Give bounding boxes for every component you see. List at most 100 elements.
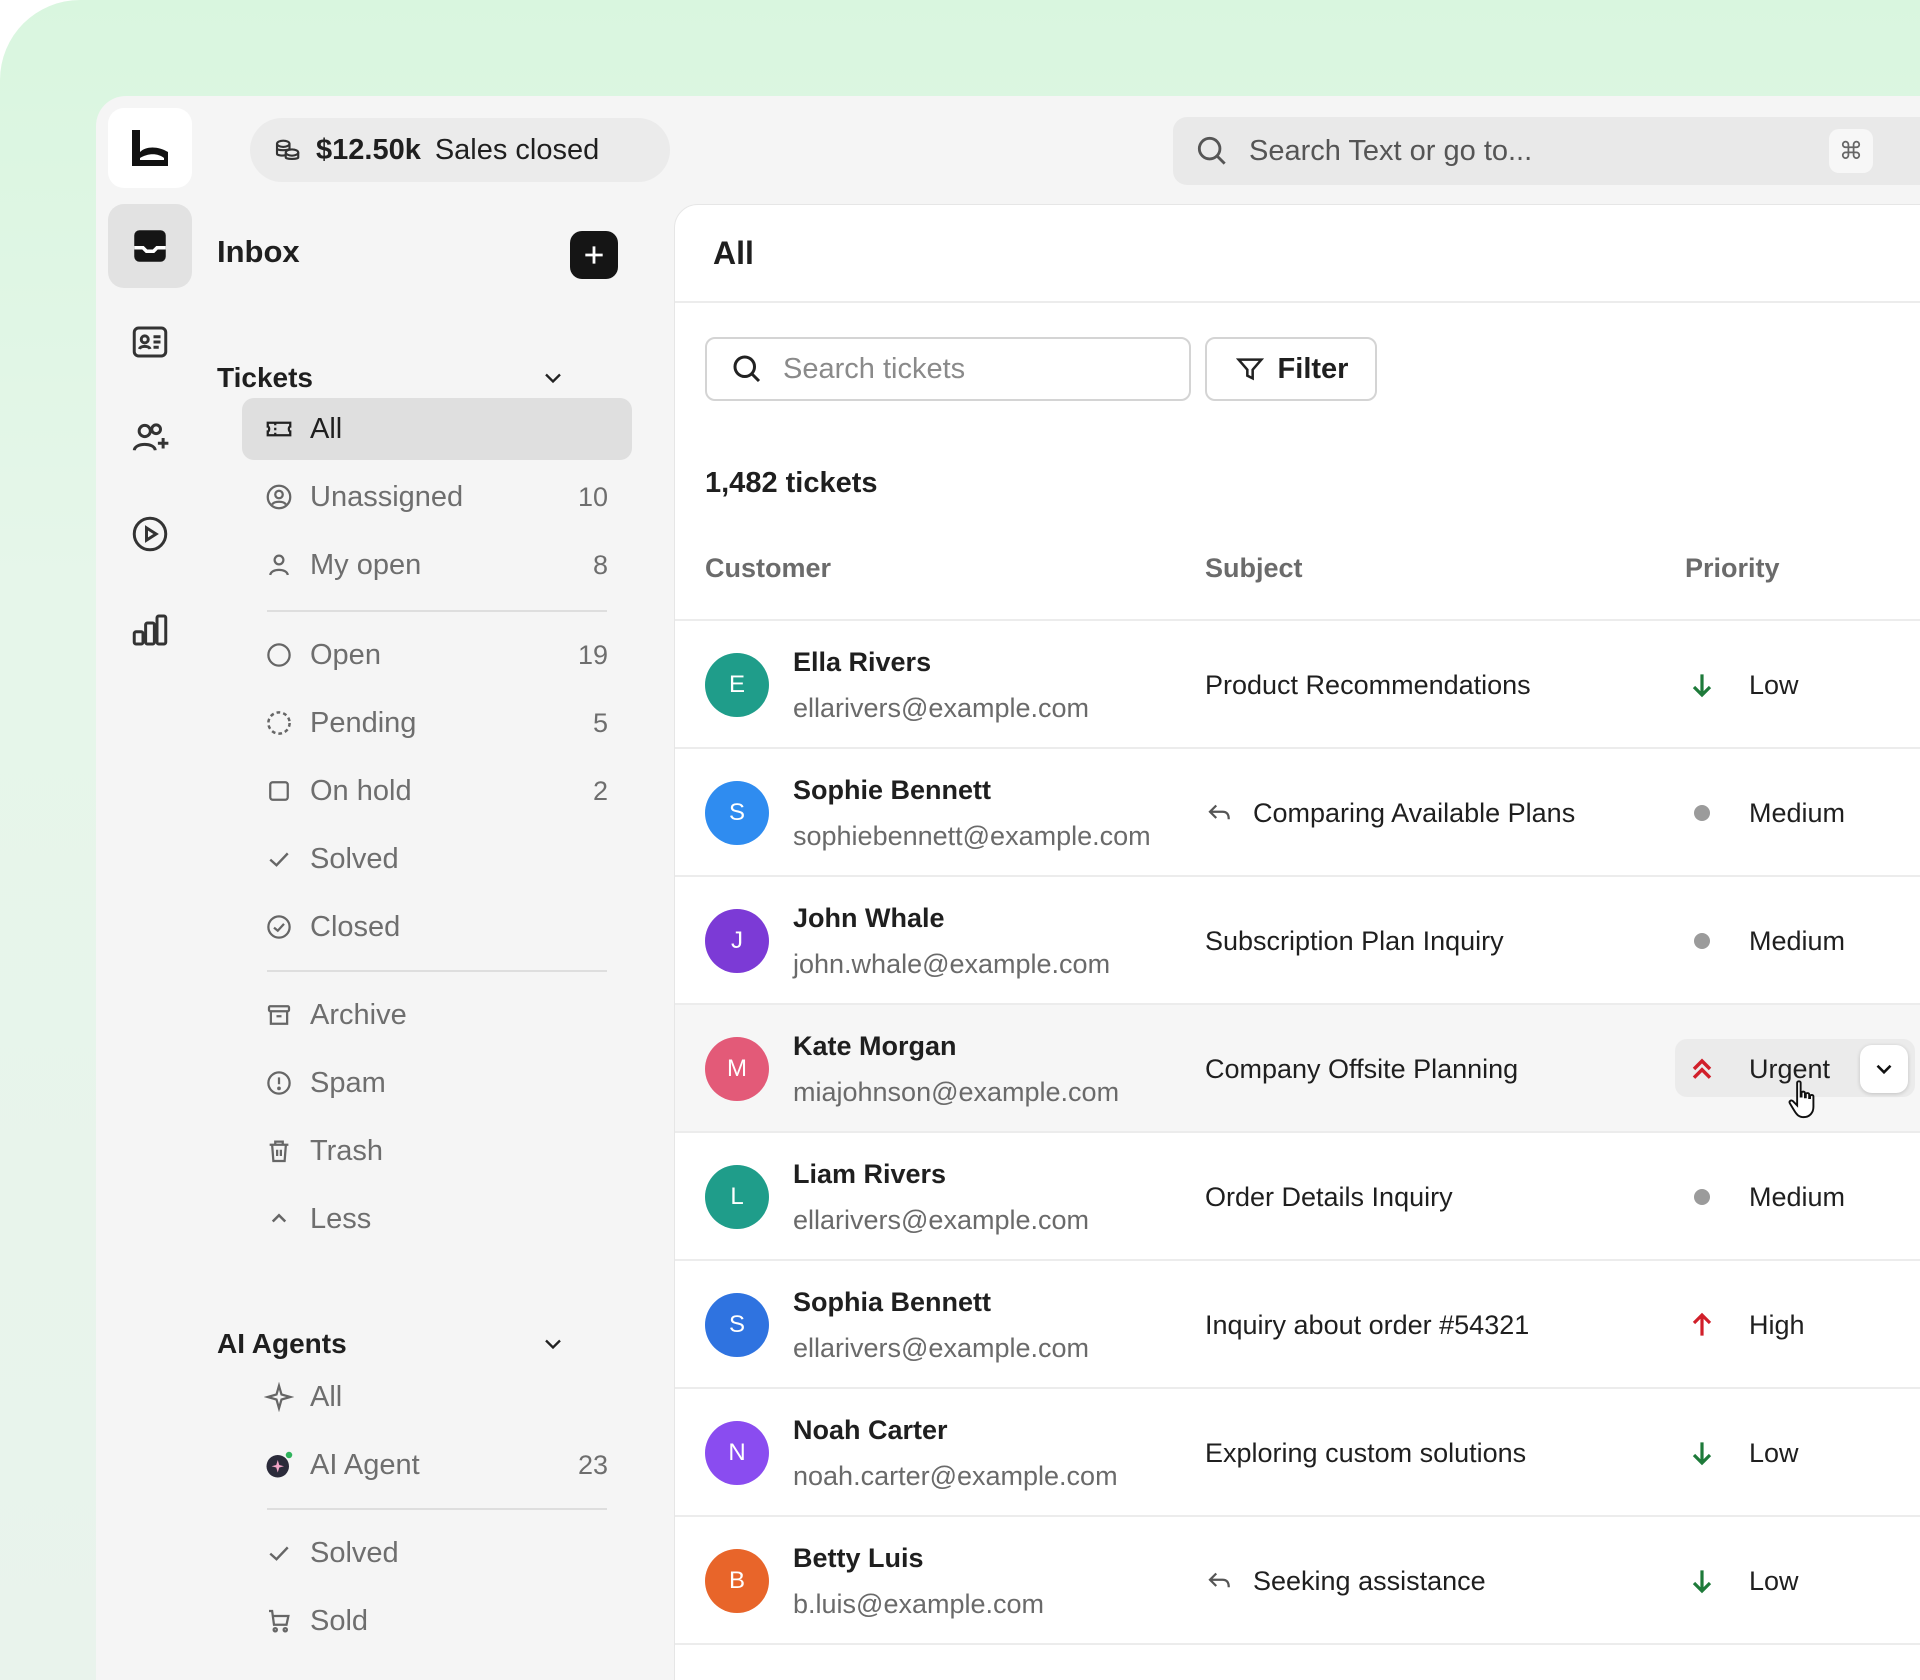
table-row[interactable]: S Sophie Bennett sophiebennett@example.c…	[675, 747, 1920, 875]
ticket-search-input[interactable]: Search tickets	[705, 337, 1191, 401]
priority-cell[interactable]: Low	[1685, 621, 1799, 749]
sales-amount: $12.50k	[316, 133, 421, 166]
chevron-down-icon	[1876, 1064, 1892, 1075]
ai-agents-section-header[interactable]: AI Agents	[217, 1324, 567, 1364]
table-row[interactable]: J John Whale john.whale@example.com Subs…	[675, 875, 1920, 1003]
priority-label: Medium	[1749, 1181, 1846, 1212]
ticket-subject: Company Offsite Planning	[1205, 1005, 1518, 1133]
rail-contacts-button[interactable]	[108, 300, 192, 384]
nav-item-solved[interactable]: Solved	[242, 828, 632, 890]
nav-item-label: Solved	[310, 1536, 399, 1569]
chevron-down-icon	[545, 1339, 561, 1350]
nav-item-pending[interactable]: Pending 5	[242, 692, 632, 754]
nav-item-label: Solved	[310, 842, 399, 875]
nav-item-my-open[interactable]: My open 8	[242, 534, 632, 596]
chevron-down-icon	[545, 373, 561, 384]
table-row[interactable]: M Kate Morgan miajohnson@example.com Com…	[675, 1003, 1920, 1131]
user-circle-icon	[266, 484, 292, 510]
nav-item-open[interactable]: Open 19	[242, 624, 632, 686]
arrow-down-icon	[1692, 1442, 1712, 1466]
reply-icon	[1208, 1572, 1230, 1588]
nav-item-label: Archive	[310, 998, 407, 1031]
ticket-search-placeholder: Search tickets	[783, 352, 966, 385]
avatar: M	[705, 1037, 769, 1101]
priority-cell[interactable]: Medium	[1685, 877, 1845, 1005]
priority-cell[interactable]: Low	[1685, 1517, 1799, 1645]
global-search-input[interactable]: Search Text or go to... ⌘	[1173, 117, 1920, 185]
priority-cell[interactable]: Low	[1685, 1389, 1799, 1517]
contact-card-icon	[132, 326, 168, 358]
rail-inbox-button[interactable]	[108, 204, 192, 288]
avatar: B	[705, 1549, 769, 1613]
check-icon	[269, 1546, 289, 1561]
priority-label: Medium	[1749, 925, 1846, 956]
nav-item-ai-agent[interactable]: AI Agent 23	[242, 1434, 632, 1496]
play-circle-icon	[132, 516, 168, 552]
ticket-subject: Comparing Available Plans	[1205, 749, 1575, 877]
nav-item-spam[interactable]: Spam	[242, 1052, 632, 1114]
column-header-subject[interactable]: Subject	[1205, 553, 1303, 584]
filter-label: Filter	[1277, 352, 1349, 385]
nav-item-agent-solved[interactable]: Solved	[242, 1522, 632, 1584]
priority-cell[interactable]: Medium	[1685, 749, 1845, 877]
nav-item-unassigned[interactable]: Unassigned 10	[242, 466, 632, 528]
customer-email: ellarivers@example.com	[793, 1333, 1089, 1363]
avatar: S	[705, 781, 769, 845]
panel-divider	[675, 301, 1920, 303]
cart-icon	[269, 1609, 290, 1633]
ticket-subject-text: Inquiry about order #54321	[1205, 1309, 1530, 1340]
priority-cell[interactable]: High	[1685, 1261, 1805, 1389]
add-ticket-button[interactable]	[570, 231, 618, 279]
priority-label: High	[1749, 1309, 1805, 1340]
ticket-icon	[266, 421, 292, 437]
table-row[interactable]: N Noah Carter noah.carter@example.com Ex…	[675, 1387, 1920, 1515]
ticket-subject: Order Details Inquiry	[1205, 1133, 1453, 1261]
customer-name: John Whale	[793, 903, 945, 933]
nav-item-closed[interactable]: Closed	[242, 896, 632, 958]
nav-item-agents-all[interactable]: All	[242, 1366, 632, 1428]
logo-icon	[132, 130, 168, 166]
table-row[interactable]: E Ella Rivers ellarivers@example.com Pro…	[675, 619, 1920, 747]
column-header-priority[interactable]: Priority	[1685, 553, 1780, 584]
nav-item-label: Sold	[310, 1604, 369, 1637]
avatar: N	[705, 1421, 769, 1485]
nav-item-sold[interactable]: Sold	[242, 1590, 632, 1652]
priority-cell[interactable]: Medium	[1685, 1133, 1845, 1261]
nav-divider	[267, 970, 607, 972]
filter-button[interactable]: Filter	[1205, 337, 1377, 401]
column-header-customer[interactable]: Customer	[705, 553, 831, 584]
nav-item-archive[interactable]: Archive	[242, 984, 632, 1046]
ticket-subject-text: Subscription Plan Inquiry	[1205, 925, 1504, 956]
global-search-placeholder: Search Text or go to...	[1249, 134, 1533, 167]
rail-play-button[interactable]	[108, 492, 192, 576]
inbox-title: Inbox	[217, 234, 300, 269]
trash-icon	[269, 1140, 289, 1163]
customer-name: Sophie Bennett	[793, 775, 992, 805]
dashed-circle-icon	[267, 711, 291, 735]
tickets-heading: Tickets	[217, 362, 313, 393]
ticket-subject-text: Exploring custom solutions	[1205, 1437, 1527, 1468]
nav-item-count: 8	[592, 549, 608, 580]
nav-item-on-hold[interactable]: On hold 2	[242, 760, 632, 822]
nav-item-all[interactable]: All	[242, 398, 632, 460]
nav-item-label: Pending	[310, 706, 417, 739]
table-row[interactable]: L Liam Rivers ellarivers@example.com Ord…	[675, 1131, 1920, 1259]
nav-item-count: 2	[592, 775, 608, 806]
app-logo[interactable]	[108, 108, 192, 188]
priority-label: Low	[1749, 1565, 1799, 1596]
medium-dot-icon	[1694, 805, 1710, 821]
table-row[interactable]: B Betty Luis b.luis@example.com Seeking …	[675, 1515, 1920, 1643]
coins-icon	[275, 139, 300, 160]
ticket-subject: Seeking assistance	[1205, 1517, 1486, 1645]
rail-users-button[interactable]	[108, 396, 192, 480]
tickets-section-header[interactable]: Tickets	[217, 358, 567, 398]
nav-item-trash[interactable]: Trash	[242, 1120, 632, 1182]
rail-reports-button[interactable]	[108, 588, 192, 672]
arrow-down-icon	[1692, 1570, 1712, 1594]
arrow-up-icon	[1692, 1312, 1712, 1336]
nav-item-less[interactable]: Less	[242, 1188, 632, 1250]
priority-dropdown-button[interactable]	[1860, 1045, 1908, 1093]
ticket-subject-text: Order Details Inquiry	[1205, 1181, 1453, 1212]
table-row[interactable]: S Sophia Bennett ellarivers@example.com …	[675, 1259, 1920, 1387]
sales-closed-badge[interactable]: $12.50k Sales closed	[250, 118, 670, 182]
